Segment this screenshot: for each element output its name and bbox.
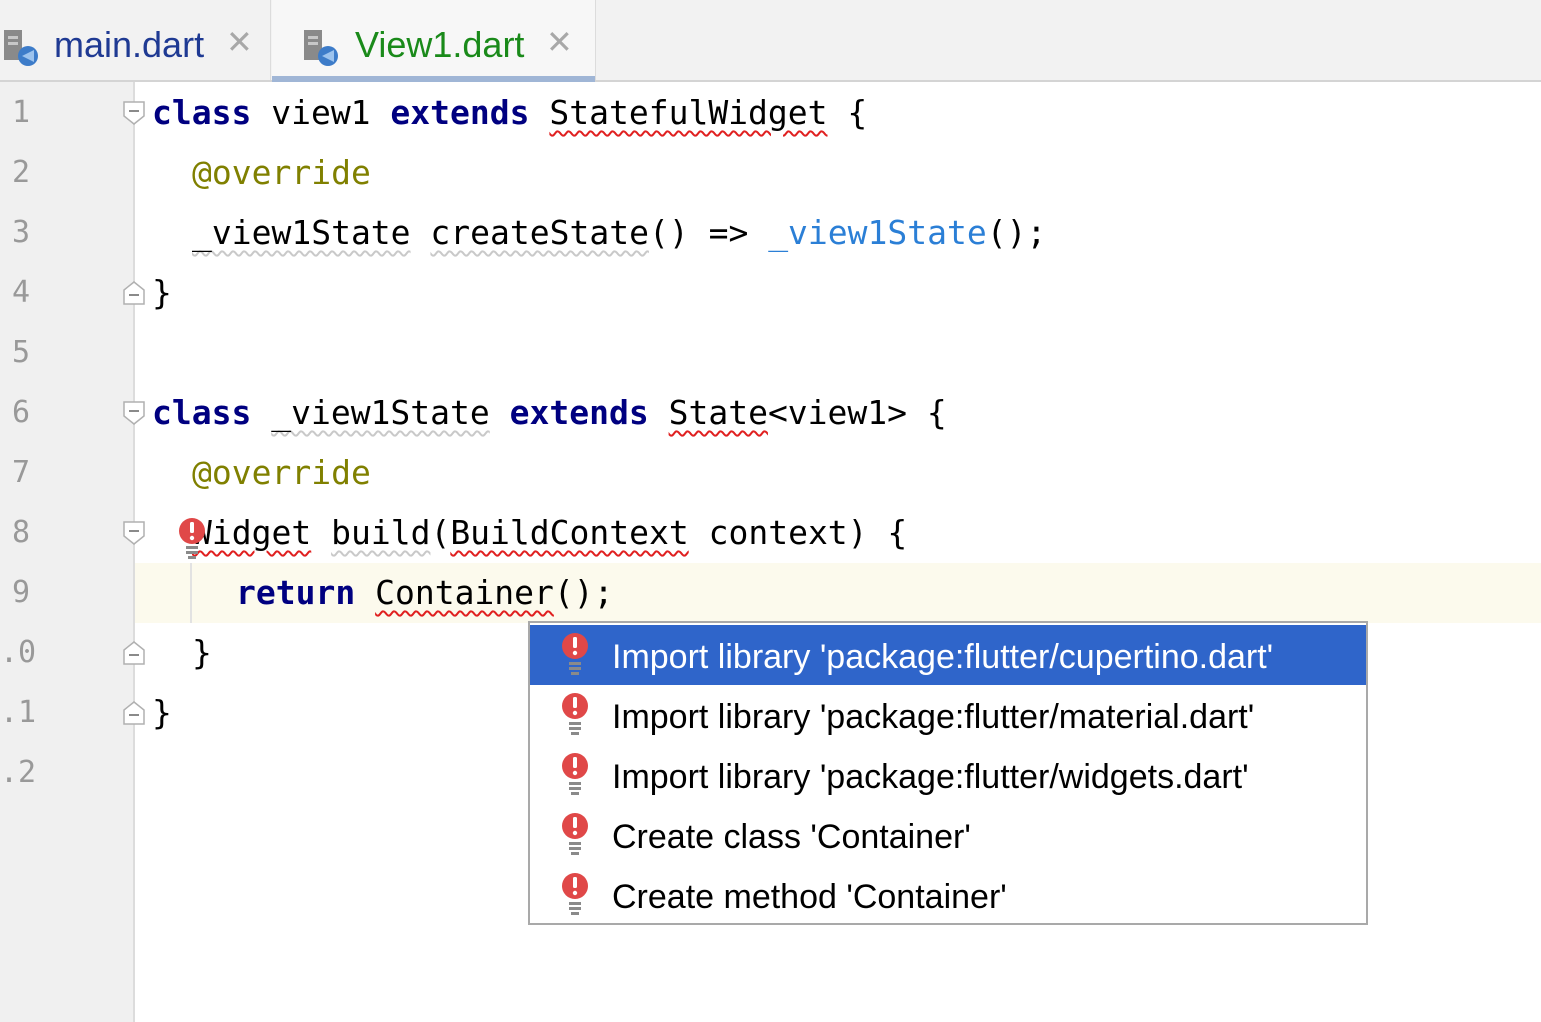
- code-text: <view1> {: [767, 393, 947, 432]
- keyword: return: [236, 573, 356, 612]
- indent-guide: [190, 563, 192, 623]
- quick-fix-label: Create method 'Container': [612, 878, 1007, 916]
- code-text: view1: [251, 93, 391, 132]
- unresolved-symbol: BuildContext: [450, 513, 689, 552]
- error-bulb-icon[interactable]: [177, 516, 207, 562]
- error-bulb-icon: [562, 753, 588, 795]
- fold-open-icon[interactable]: [122, 520, 146, 546]
- code-text: ();: [553, 573, 614, 612]
- quick-fix-item[interactable]: Create class 'Container': [530, 805, 1366, 865]
- line-number: 5: [11, 335, 30, 370]
- code-line[interactable]: }: [152, 263, 172, 323]
- quick-fix-item[interactable]: Import library 'package:flutter/material…: [530, 685, 1366, 745]
- keyword: class: [152, 93, 252, 132]
- code-text: _view1State: [192, 213, 411, 252]
- code-line[interactable]: @override: [192, 443, 371, 503]
- quick-fix-item[interactable]: Create method 'Container': [530, 865, 1366, 925]
- code-text: context) {: [688, 513, 908, 552]
- line-number: 2: [11, 155, 30, 190]
- line-number: 9: [11, 575, 30, 610]
- tab-view1-dart[interactable]: View1.dart ✕: [272, 0, 596, 82]
- quick-fix-label: Create class 'Container': [612, 818, 971, 856]
- code-line[interactable]: _view1State createState() => _view1State…: [192, 203, 1046, 263]
- code-text: ();: [986, 213, 1047, 252]
- quick-fix-popup: Import library 'package:flutter/cupertin…: [528, 621, 1368, 925]
- line-number: 4: [11, 275, 30, 310]
- line-number: 7: [11, 455, 30, 490]
- code-text: build: [331, 513, 431, 552]
- fold-open-icon[interactable]: [122, 100, 146, 126]
- tab-label: main.dart: [54, 24, 205, 65]
- close-icon[interactable]: ✕: [226, 24, 253, 60]
- keyword: extends: [509, 393, 649, 432]
- annotation: @override: [192, 153, 371, 192]
- quick-fix-label: Import library 'package:flutter/widgets.…: [612, 758, 1249, 796]
- close-icon[interactable]: ✕: [546, 24, 573, 60]
- dart-file-icon: [4, 30, 38, 66]
- error-bulb-icon: [562, 813, 588, 855]
- line-number-gutter[interactable]: 1 2 3 4 5 6 7 8 9 .0 .1 .2: [0, 82, 135, 1022]
- editor-tab-bar: main.dart ✕ View1.dart ✕: [0, 0, 1541, 82]
- fold-end-icon[interactable]: [122, 640, 146, 666]
- quick-fix-label: Import library 'package:flutter/material…: [612, 698, 1255, 736]
- code-line[interactable]: class _view1State extends State<view1> {: [152, 383, 947, 443]
- code-text: (: [430, 513, 451, 552]
- line-number: 6: [11, 395, 30, 430]
- fold-open-icon[interactable]: [122, 400, 146, 426]
- tab-label: View1.dart: [355, 24, 525, 65]
- line-number: .0: [0, 635, 37, 670]
- code-line[interactable]: }: [152, 683, 172, 743]
- error-bulb-icon: [562, 873, 588, 915]
- tab-main-dart[interactable]: main.dart ✕: [0, 0, 271, 80]
- code-line[interactable]: @override: [192, 143, 371, 203]
- unresolved-symbol: Container: [375, 573, 554, 612]
- unresolved-symbol: Widget: [192, 513, 312, 552]
- code-text: {: [827, 93, 868, 132]
- code-line[interactable]: }: [192, 623, 212, 683]
- error-bulb-icon: [562, 693, 588, 735]
- code-text: }: [192, 633, 212, 672]
- class-reference: _view1State: [768, 213, 987, 252]
- unresolved-symbol: State: [668, 393, 768, 432]
- quick-fix-item[interactable]: Import library 'package:flutter/widgets.…: [530, 745, 1366, 805]
- line-number: 1: [11, 95, 30, 130]
- fold-end-icon[interactable]: [122, 280, 146, 306]
- code-text: _view1State: [271, 393, 490, 432]
- line-number: .2: [0, 755, 37, 790]
- keyword: extends: [390, 93, 530, 132]
- code-text: () =>: [648, 213, 769, 252]
- keyword: class: [152, 393, 252, 432]
- code-text: createState: [430, 213, 649, 252]
- code-text: }: [152, 693, 172, 732]
- quick-fix-item[interactable]: Import library 'package:flutter/cupertin…: [530, 625, 1366, 685]
- code-line[interactable]: return Container();: [236, 563, 614, 623]
- code-line[interactable]: Widget build(BuildContext context) {: [192, 503, 907, 563]
- code-text: }: [152, 273, 172, 312]
- unresolved-symbol: StatefulWidget: [549, 93, 828, 132]
- line-number: 3: [11, 215, 30, 250]
- fold-end-icon[interactable]: [122, 700, 146, 726]
- line-number: 8: [11, 515, 30, 550]
- quick-fix-label: Import library 'package:flutter/cupertin…: [612, 638, 1274, 676]
- error-bulb-icon: [562, 633, 588, 675]
- code-line[interactable]: class view1 extends StatefulWidget {: [152, 83, 867, 143]
- line-number: .1: [0, 695, 37, 730]
- dart-file-icon: [304, 30, 338, 66]
- annotation: @override: [192, 453, 371, 492]
